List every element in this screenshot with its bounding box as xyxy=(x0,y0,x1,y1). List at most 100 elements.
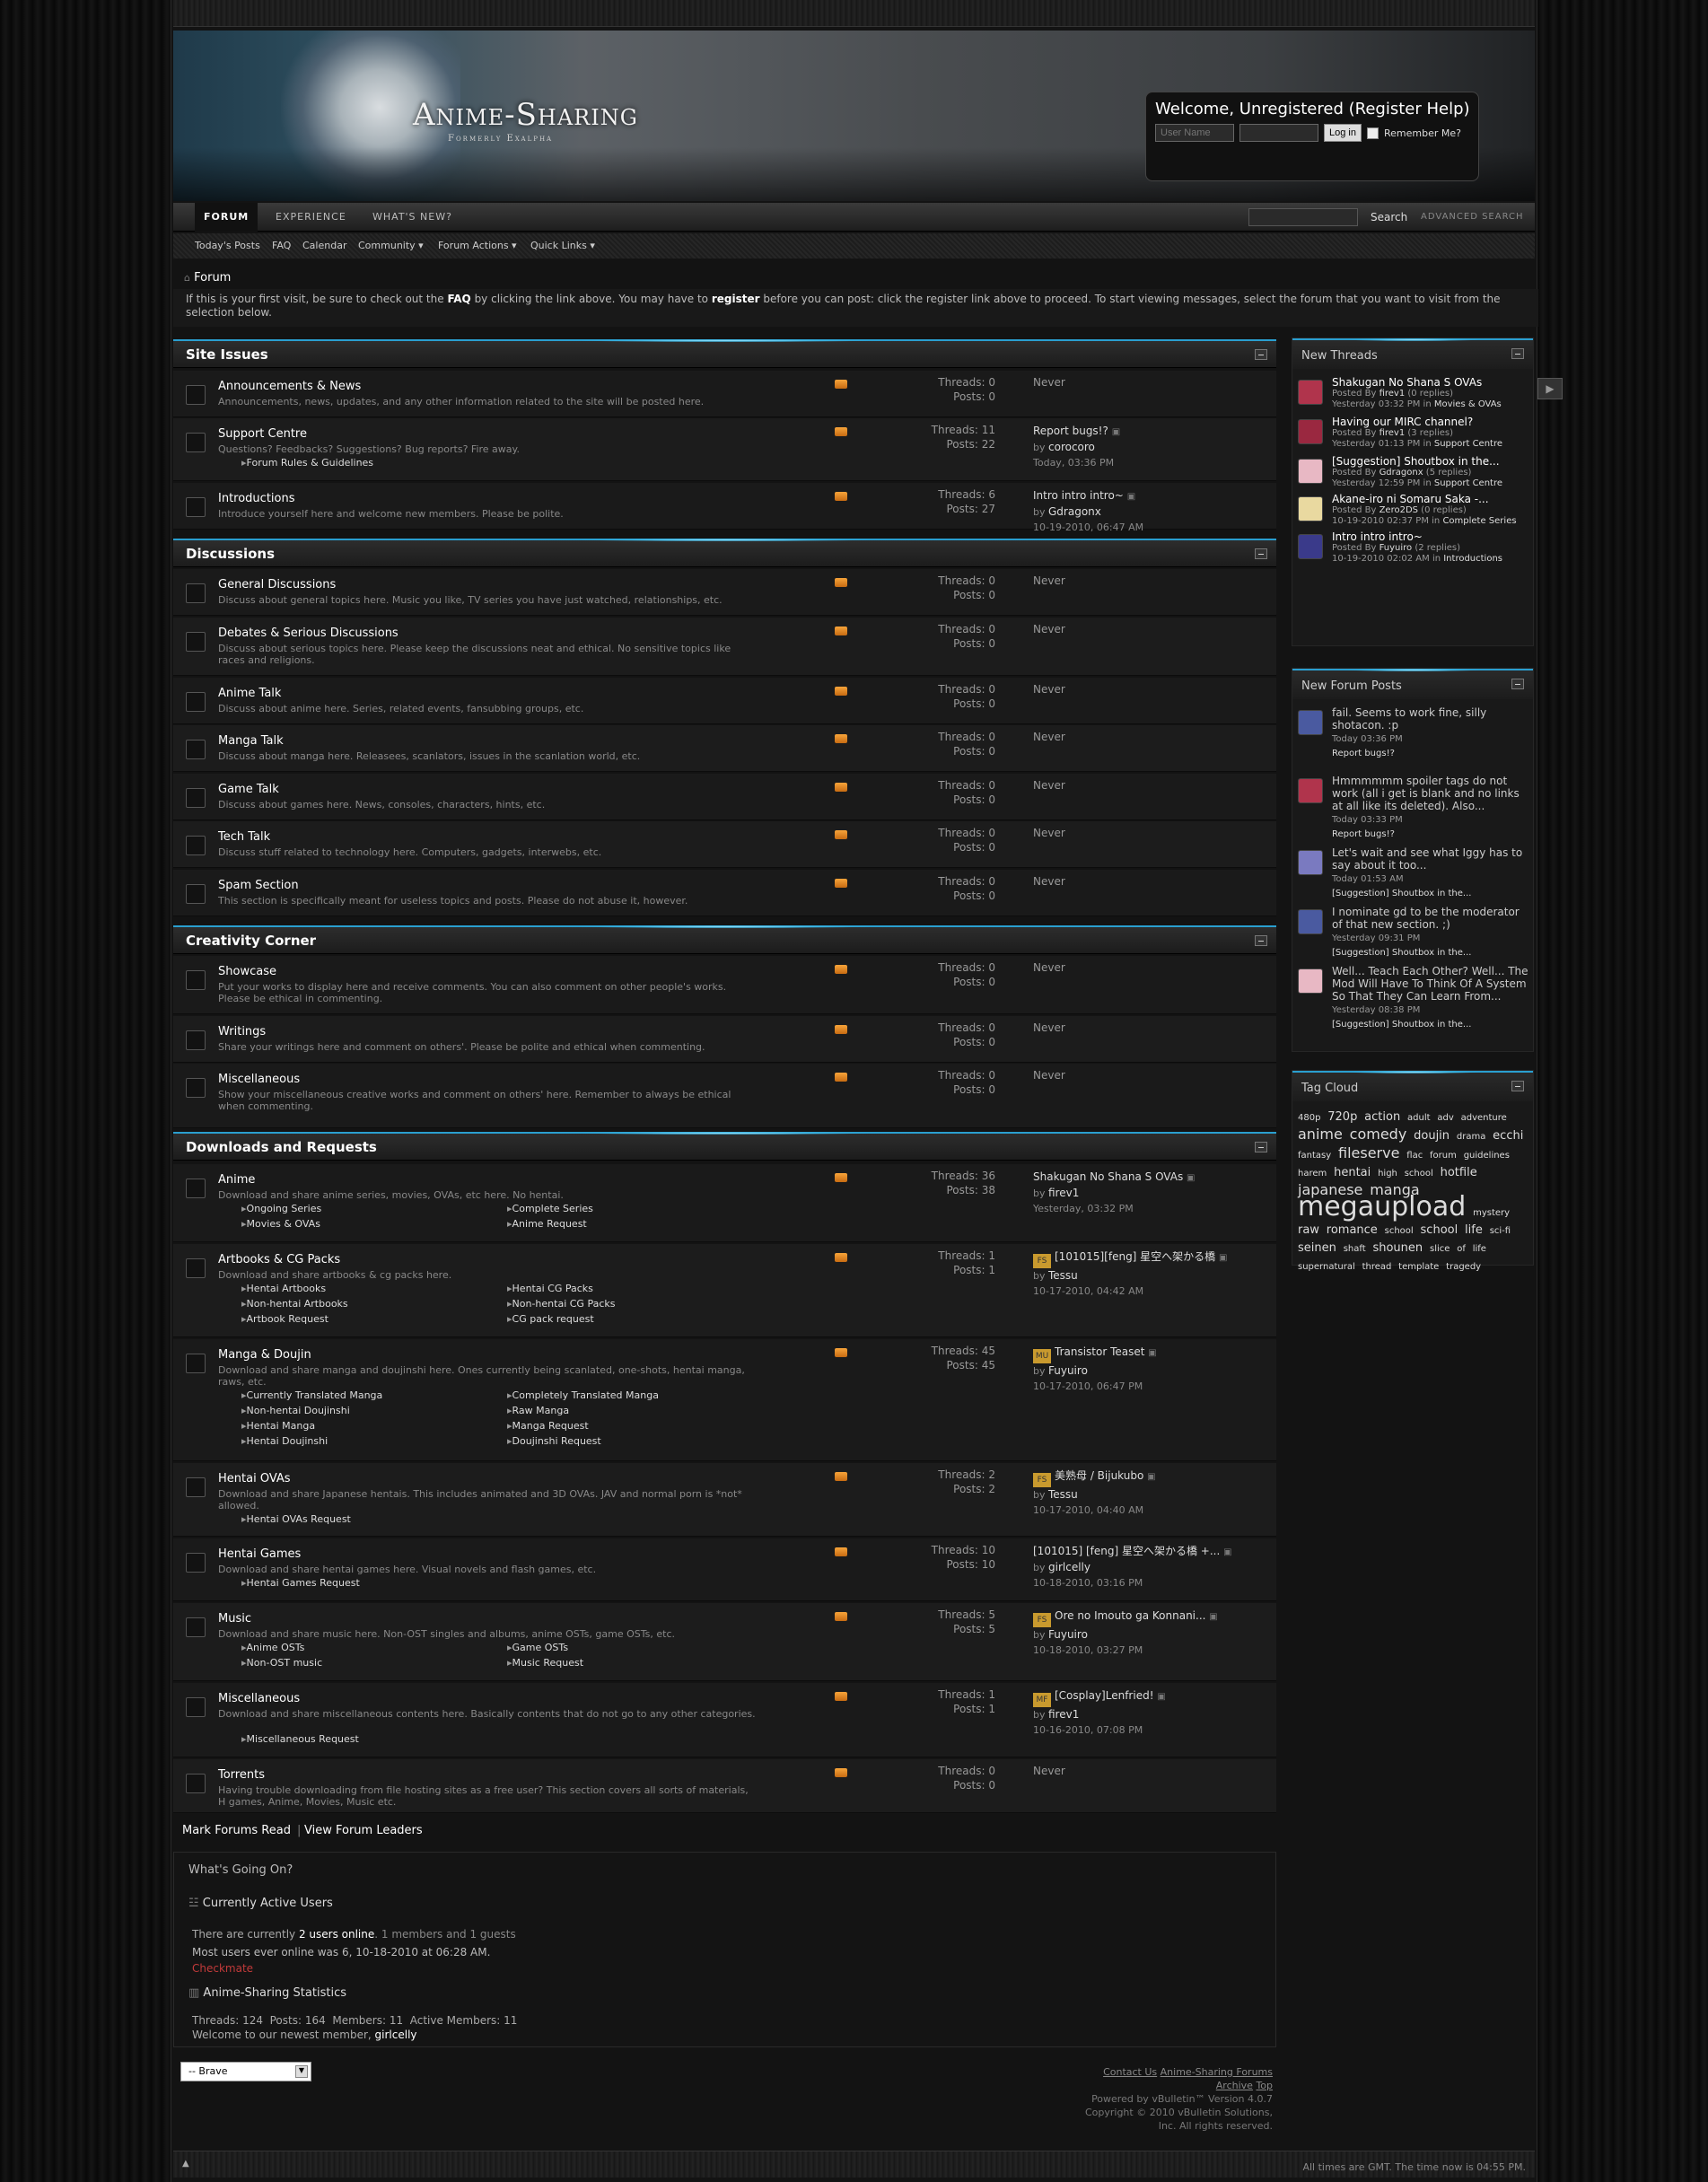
tag-link[interactable]: adult xyxy=(1407,1113,1431,1123)
last-post-title-link[interactable]: Report bugs!? xyxy=(1033,425,1108,437)
thread-forum-link[interactable]: Introductions xyxy=(1443,554,1502,564)
collapse-icon[interactable] xyxy=(1511,348,1524,359)
goto-post-icon[interactable]: ▣ xyxy=(1147,1472,1155,1482)
tag-link[interactable]: shaft xyxy=(1344,1244,1366,1254)
rss-feed-icon[interactable] xyxy=(835,578,847,587)
thread-forum-link[interactable]: Movies & OVAs xyxy=(1434,399,1502,409)
thread-author-link[interactable]: Gdragonx xyxy=(1380,468,1423,478)
tag-link[interactable]: tragedy xyxy=(1446,1262,1481,1272)
tag-link[interactable]: action xyxy=(1364,1110,1400,1124)
last-post-title-link[interactable]: Intro intro intro~ xyxy=(1033,489,1124,502)
breadcrumb-forum[interactable]: Forum xyxy=(194,271,231,285)
archive-link[interactable]: Archive xyxy=(1216,2080,1253,2091)
rss-feed-icon[interactable] xyxy=(835,734,847,743)
last-post-title-link[interactable]: 美熟母 / Bijukubo xyxy=(1055,1469,1143,1482)
collapse-icon[interactable] xyxy=(1255,349,1267,360)
rss-feed-icon[interactable] xyxy=(835,427,847,436)
tag-link[interactable]: forum xyxy=(1430,1151,1457,1161)
tag-link[interactable]: thread xyxy=(1362,1262,1392,1272)
advanced-search-link[interactable]: ADVANCED SEARCH xyxy=(1421,212,1524,222)
last-post-title-link[interactable]: Transistor Teaset xyxy=(1055,1345,1144,1358)
rss-feed-icon[interactable] xyxy=(835,1253,847,1262)
subforum-link[interactable]: Non-hentai Artbooks xyxy=(241,1298,348,1310)
tag-link[interactable]: seinen xyxy=(1298,1241,1336,1255)
quick-links-menu[interactable]: Quick Links ▾ xyxy=(530,240,595,251)
forum-title-link[interactable]: Writings xyxy=(218,1025,266,1038)
thread-title-link[interactable]: [Suggestion] Shoutbox in the... xyxy=(1332,455,1531,468)
subforum-link[interactable]: Hentai Games Request xyxy=(241,1577,360,1589)
subforum-link[interactable]: Anime Request xyxy=(507,1218,587,1230)
thread-forum-link[interactable]: Support Centre xyxy=(1434,439,1502,449)
remember-checkbox[interactable] xyxy=(1366,127,1379,139)
tag-link[interactable]: supernatural xyxy=(1298,1262,1355,1272)
goto-post-icon[interactable]: ▣ xyxy=(1187,1173,1195,1183)
tab-whats-new[interactable]: WHAT'S NEW? xyxy=(363,203,461,232)
welcome-text[interactable]: Welcome, Unregistered (Register Help) xyxy=(1155,100,1470,118)
avatar[interactable] xyxy=(1298,534,1323,559)
subforum-link[interactable]: Music Request xyxy=(507,1657,583,1669)
todays-posts-link[interactable]: Today's Posts xyxy=(195,240,260,251)
thread-author-link[interactable]: firev1 xyxy=(1380,428,1406,438)
last-post-title-link[interactable]: [101015] [feng] 星空へ架かる橋 +... xyxy=(1033,1545,1220,1557)
collapse-icon[interactable] xyxy=(1255,935,1267,946)
goto-post-icon[interactable]: ▣ xyxy=(1148,1348,1156,1358)
tag-link[interactable]: template xyxy=(1398,1262,1439,1272)
home-icon[interactable]: ⌂ xyxy=(184,272,190,284)
subforum-link[interactable]: Ongoing Series xyxy=(241,1203,322,1214)
tag-link[interactable]: 480p xyxy=(1298,1113,1320,1123)
tag-link[interactable]: ecchi xyxy=(1493,1129,1523,1143)
post-thread-link[interactable]: Report bugs!? xyxy=(1332,749,1395,758)
subforum-link[interactable]: Forum Rules & Guidelines xyxy=(241,457,374,469)
tag-link[interactable]: sci-fi xyxy=(1490,1226,1511,1236)
last-post-user-link[interactable]: Gdragonx xyxy=(1048,505,1101,518)
tag-link[interactable]: slice xyxy=(1430,1244,1450,1254)
forum-title-link[interactable]: Hentai OVAs xyxy=(218,1472,291,1485)
post-snippet-link[interactable]: fail. Seems to work fine, silly shotacon… xyxy=(1332,706,1531,760)
subforum-link[interactable]: Movies & OVAs xyxy=(241,1218,320,1230)
thread-title-link[interactable]: Shakugan No Shana S OVAs xyxy=(1332,376,1531,389)
forum-title-link[interactable]: Manga & Doujin xyxy=(218,1348,311,1362)
sidebar-toggle-button[interactable]: ▶ xyxy=(1537,378,1563,399)
rss-feed-icon[interactable] xyxy=(835,1173,847,1182)
mark-forums-read-link[interactable]: Mark Forums Read xyxy=(182,1824,291,1837)
forum-title-link[interactable]: Introductions xyxy=(218,492,295,505)
rss-feed-icon[interactable] xyxy=(835,1612,847,1621)
tag-link[interactable]: school xyxy=(1405,1169,1433,1179)
login-button[interactable]: Log in xyxy=(1324,124,1362,142)
avatar[interactable] xyxy=(1298,710,1323,735)
notice-faq-link[interactable]: FAQ xyxy=(447,293,470,305)
forum-title-link[interactable]: Miscellaneous xyxy=(218,1692,300,1705)
rss-feed-icon[interactable] xyxy=(835,830,847,839)
tag-link[interactable]: romance xyxy=(1327,1223,1378,1237)
last-post-user-link[interactable]: Fuyuiro xyxy=(1048,1628,1088,1641)
rss-feed-icon[interactable] xyxy=(835,1768,847,1777)
forum-title-link[interactable]: Hentai Games xyxy=(218,1547,301,1561)
thread-author-link[interactable]: Zero2DS xyxy=(1380,505,1418,515)
subforum-link[interactable]: Doujinshi Request xyxy=(507,1435,601,1447)
last-post-user-link[interactable]: Fuyuiro xyxy=(1048,1364,1088,1377)
forum-title-link[interactable]: Debates & Serious Discussions xyxy=(218,627,399,640)
post-snippet-link[interactable]: Hmmmmmm spoiler tags do not work (all i … xyxy=(1332,775,1531,841)
subforum-link[interactable]: Hentai OVAs Request xyxy=(241,1513,351,1525)
tag-link[interactable]: life xyxy=(1473,1244,1486,1254)
goto-post-icon[interactable]: ▣ xyxy=(1219,1253,1227,1263)
avatar[interactable] xyxy=(1298,850,1323,875)
last-post-user-link[interactable]: corocoro xyxy=(1048,441,1095,453)
collapse-icon[interactable] xyxy=(1511,1081,1524,1091)
subforum-link[interactable]: Non-hentai CG Packs xyxy=(507,1298,616,1310)
post-snippet-link[interactable]: Let's wait and see what Iggy has to say … xyxy=(1332,846,1531,900)
goto-post-icon[interactable]: ▣ xyxy=(1157,1692,1165,1702)
forum-title-link[interactable]: Miscellaneous xyxy=(218,1073,300,1086)
newest-member-link[interactable]: girlcelly xyxy=(375,2029,417,2041)
rss-feed-icon[interactable] xyxy=(835,492,847,501)
scroll-top-icon[interactable]: ▲ xyxy=(182,2159,189,2169)
online-count-link[interactable]: 2 users online xyxy=(299,1928,374,1941)
username-input[interactable] xyxy=(1155,124,1234,142)
forum-title-link[interactable]: Game Talk xyxy=(218,783,279,796)
last-post-user-link[interactable]: girlcelly xyxy=(1048,1561,1090,1573)
forum-title-link[interactable]: Support Centre xyxy=(218,427,307,441)
tag-link[interactable]: fileserve xyxy=(1338,1144,1399,1161)
forum-title-link[interactable]: General Discussions xyxy=(218,578,336,592)
avatar[interactable] xyxy=(1298,496,1323,521)
tag-link[interactable]: shounen xyxy=(1372,1241,1423,1255)
